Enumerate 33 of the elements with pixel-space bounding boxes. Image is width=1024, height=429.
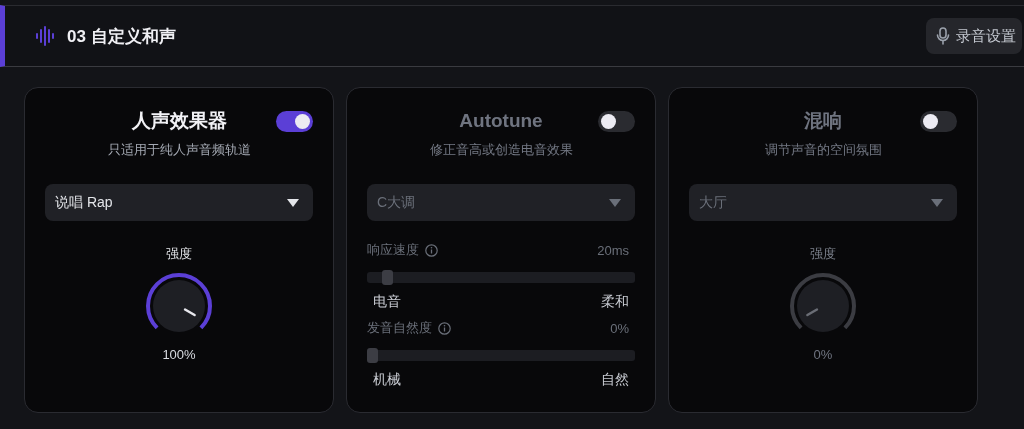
waveform-icon bbox=[35, 26, 55, 46]
slider-thumb[interactable] bbox=[367, 348, 378, 363]
slider-min-label: 机械 bbox=[373, 371, 401, 389]
info-icon bbox=[438, 321, 451, 335]
caret-icon bbox=[609, 198, 621, 207]
knob-label: 强度 bbox=[810, 245, 836, 263]
microphone-icon bbox=[936, 27, 950, 45]
caret-icon bbox=[931, 198, 943, 207]
knob-label: 强度 bbox=[166, 245, 192, 263]
caret-icon bbox=[287, 198, 299, 207]
slider-max-label: 自然 bbox=[601, 371, 629, 389]
preset-dropdown[interactable]: 说唱 Rap bbox=[45, 184, 313, 221]
card-subtitle: 修正音高或创造电音效果 bbox=[428, 142, 574, 159]
card-subtitle: 只适用于纯人声音频轨道 bbox=[106, 142, 252, 159]
knob-value: 100% bbox=[162, 347, 196, 362]
slider-value: 0% bbox=[610, 320, 629, 336]
slider-value: 20ms bbox=[597, 242, 629, 258]
card-subtitle: 调节声音的空间氛围 bbox=[763, 142, 883, 159]
knob-value: 0% bbox=[813, 347, 833, 362]
card-title: 混响 bbox=[804, 109, 842, 133]
slider-thumb[interactable] bbox=[382, 270, 394, 285]
recording-settings-button[interactable]: 录音设置 bbox=[926, 18, 1022, 54]
toggle-switch[interactable] bbox=[920, 111, 957, 132]
slider-label: 发音自然度 bbox=[367, 319, 432, 337]
card-title: Autotune bbox=[459, 110, 543, 132]
toggle-switch[interactable] bbox=[276, 111, 313, 132]
slider-min-label: 电音 bbox=[373, 293, 401, 311]
section-title: 03 自定义和声 bbox=[67, 25, 177, 48]
info-icon bbox=[425, 243, 438, 257]
slider-label: 响应速度 bbox=[367, 241, 419, 259]
toggle-switch[interactable] bbox=[598, 111, 635, 132]
slider-max-label: 柔和 bbox=[601, 293, 629, 311]
card-title: 人声效果器 bbox=[131, 109, 227, 133]
